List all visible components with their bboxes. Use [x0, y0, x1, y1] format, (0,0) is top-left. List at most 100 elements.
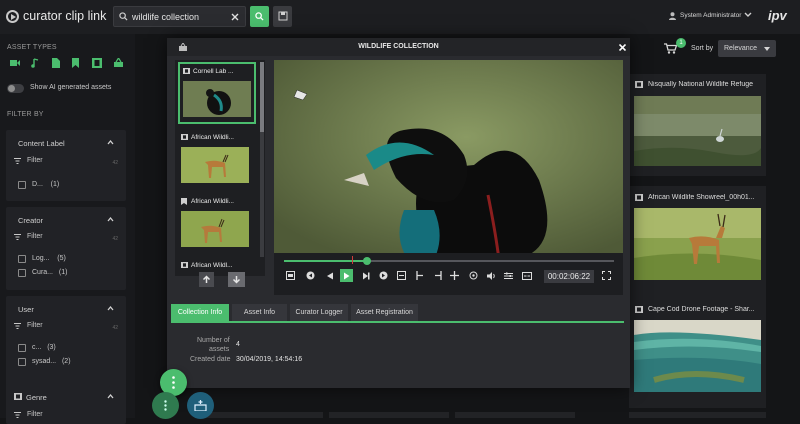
tab-underline: [171, 321, 624, 323]
next-clip-button[interactable]: [377, 269, 390, 282]
sort-label: Sort by: [691, 45, 714, 52]
search-button[interactable]: [250, 6, 269, 27]
play-icon: [344, 272, 350, 279]
settings-button[interactable]: [502, 269, 515, 282]
mark-in-icon: [415, 271, 423, 280]
video-player[interactable]: [274, 60, 623, 253]
filter-checkbox[interactable]: [18, 269, 26, 277]
timeline-playhead[interactable]: [362, 257, 371, 265]
volume-button[interactable]: [485, 269, 498, 282]
asset-thumbnail[interactable]: [634, 96, 761, 166]
bookmark-icon[interactable]: [72, 58, 79, 68]
panel-title: Genre: [26, 393, 47, 402]
filter-icon: [14, 158, 21, 164]
asset-card[interactable]: Cape Cod Drone Footage - Shar...: [629, 298, 766, 408]
save-search-button[interactable]: [273, 6, 292, 27]
document-icon[interactable]: [52, 58, 60, 68]
toggle-panel-button[interactable]: [284, 269, 297, 282]
collection-icon[interactable]: [113, 58, 124, 68]
asset-thumbnail[interactable]: [634, 320, 761, 392]
save-search-icon: [278, 11, 288, 21]
audio-icon[interactable]: [31, 58, 39, 68]
asset-card[interactable]: [455, 412, 575, 418]
scrollbar-thumb[interactable]: [260, 62, 264, 132]
asset-card[interactable]: Nisqually National Wildlife Refuge: [629, 74, 766, 176]
filter-checkbox[interactable]: [18, 344, 26, 352]
filter-checkbox[interactable]: [18, 181, 26, 189]
chevron-up-icon[interactable]: [107, 394, 114, 399]
close-icon[interactable]: [619, 44, 626, 51]
loop-button[interactable]: [467, 269, 480, 282]
chevron-down-icon[interactable]: [744, 12, 752, 18]
asset-thumbnail[interactable]: [634, 208, 761, 280]
add-collection-icon: [194, 400, 207, 411]
top-bar: curator clip link System Administrator i…: [0, 0, 800, 34]
user-icon: [669, 12, 676, 20]
mark-out-button[interactable]: [431, 269, 444, 282]
add-to-collection-button[interactable]: [187, 392, 214, 419]
asset-card[interactable]: [203, 412, 323, 418]
filter-checkbox[interactable]: [18, 255, 26, 263]
asset-type-icons: [10, 58, 125, 68]
captions-button[interactable]: [520, 269, 533, 282]
clear-search-icon[interactable]: [231, 13, 239, 21]
step-back-button[interactable]: [323, 269, 336, 282]
step-forward-button[interactable]: [359, 269, 372, 282]
tab-curator-logger[interactable]: Curator Logger: [290, 304, 348, 322]
fullscreen-button[interactable]: [600, 269, 613, 282]
clip-item[interactable]: African Wildli...: [178, 130, 256, 192]
filter-checkbox[interactable]: [18, 358, 26, 366]
arrow-up-icon: [202, 275, 211, 283]
video-icon[interactable]: [10, 59, 20, 67]
volume-icon: [487, 271, 495, 280]
chevron-up-icon[interactable]: [107, 306, 114, 311]
asset-card[interactable]: [329, 412, 449, 418]
filter-input[interactable]: Filter: [27, 233, 43, 240]
clip-item[interactable]: Cornell Lab ...: [178, 62, 256, 124]
video-icon: [635, 81, 643, 88]
more-vertical-icon: [172, 376, 175, 389]
chevron-up-icon[interactable]: [107, 217, 114, 222]
tab-asset-info[interactable]: Asset Info: [232, 304, 287, 322]
asset-card[interactable]: [629, 412, 766, 418]
arrow-down-icon: [232, 276, 241, 284]
created-date-value: 30/04/2019, 14:54:16: [236, 356, 303, 363]
filter-input[interactable]: Filter: [27, 157, 43, 164]
filter-icon: [14, 323, 21, 329]
sort-select[interactable]: Relevance: [718, 40, 776, 57]
secondary-menu-button[interactable]: [152, 392, 179, 419]
chevron-up-icon[interactable]: [107, 140, 114, 145]
clip-thumbnail: [181, 211, 249, 247]
search-input[interactable]: [132, 9, 227, 24]
more-vertical-icon: [164, 400, 167, 411]
filter-input[interactable]: Filter: [27, 322, 43, 329]
move-down-button[interactable]: [228, 272, 245, 287]
tab-collection-info[interactable]: Collection Info: [171, 304, 229, 322]
clip-title: African Wildli...: [191, 198, 234, 205]
frame-button[interactable]: [395, 269, 408, 282]
clip-item[interactable]: African Wildli...: [178, 194, 256, 256]
bird-video-frame: [274, 60, 623, 253]
ai-assets-toggle[interactable]: [7, 84, 24, 93]
play-button[interactable]: [340, 269, 353, 282]
split-button[interactable]: [448, 269, 461, 282]
video-icon: [635, 194, 643, 201]
filter-input[interactable]: Filter: [27, 411, 43, 418]
cart-icon[interactable]: [664, 43, 677, 54]
step-forward-icon: [362, 272, 369, 279]
app-logo[interactable]: curator clip link: [6, 9, 106, 23]
modal-title: WILDLIFE COLLECTION: [358, 43, 439, 50]
tab-asset-registration[interactable]: Asset Registration: [351, 304, 418, 322]
target-icon: [469, 271, 478, 280]
toggle-knob: [8, 85, 15, 92]
film-icon[interactable]: [92, 58, 102, 68]
previous-clip-button[interactable]: [304, 269, 317, 282]
timeline-track[interactable]: [284, 260, 614, 262]
player-controls: 00:02:06:22: [274, 253, 623, 295]
mark-in-button[interactable]: [413, 269, 426, 282]
filter-option-label: sysad... (2): [32, 358, 71, 365]
user-name[interactable]: System Administrator: [680, 12, 741, 19]
asset-card[interactable]: African Wildlife Showreel_00h01...: [629, 186, 766, 306]
clip-list-scrollbar[interactable]: [260, 62, 264, 257]
move-up-button[interactable]: [199, 272, 214, 287]
